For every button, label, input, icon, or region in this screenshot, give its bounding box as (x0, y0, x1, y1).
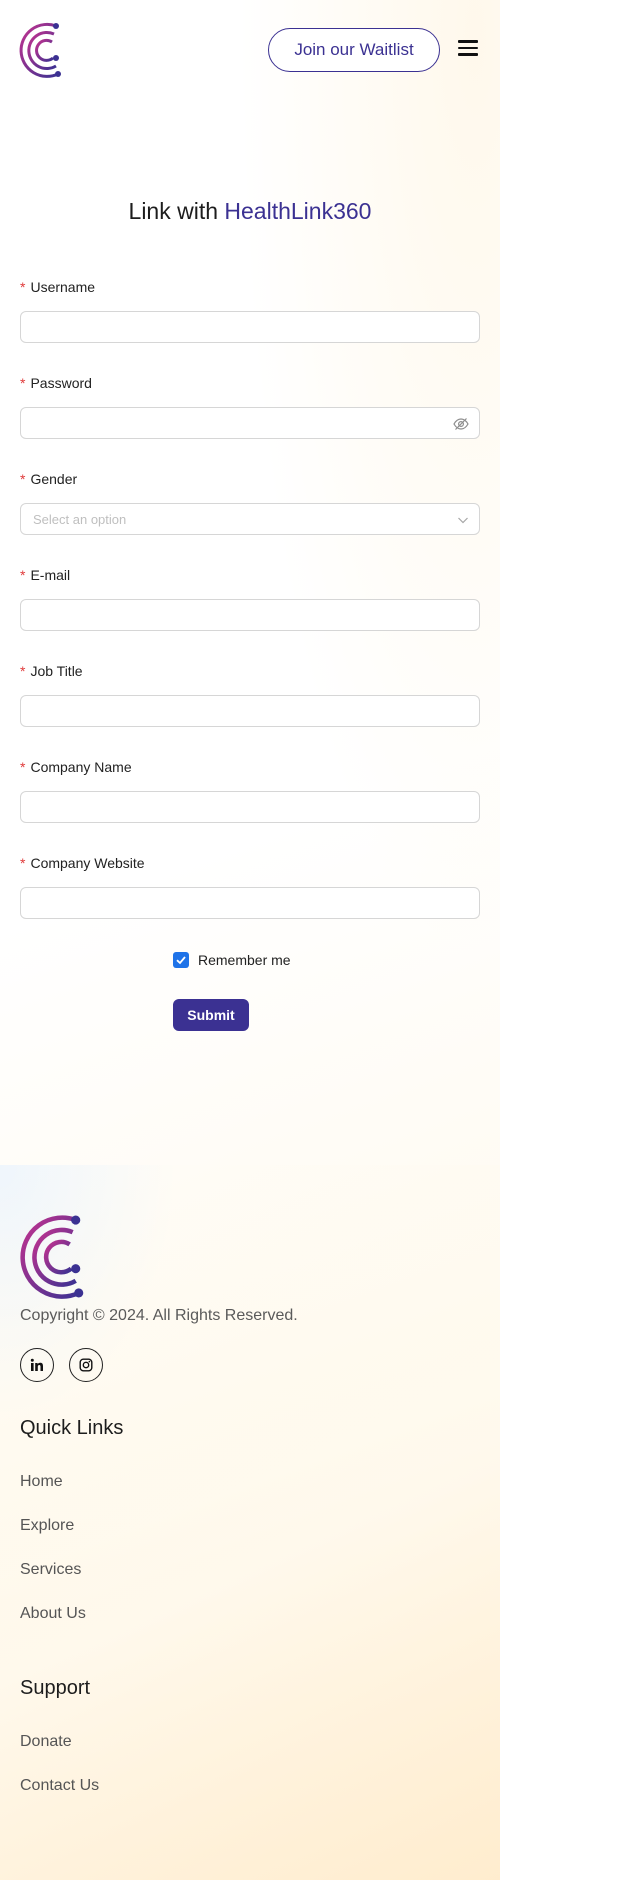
gender-select[interactable]: Select an option (20, 503, 480, 535)
title-prefix: Link with (128, 198, 219, 224)
chevron-down-icon (458, 517, 468, 524)
email-label: * E-mail (20, 567, 71, 583)
password-input[interactable] (20, 407, 480, 439)
support-heading: Support (20, 1677, 91, 1699)
job-title-input[interactable] (20, 695, 480, 727)
required-mark: * (20, 855, 26, 871)
linkedin-icon (30, 1358, 43, 1371)
quick-links-heading: Quick Links (20, 1417, 124, 1439)
required-mark: * (20, 759, 26, 775)
eye-invisible-icon[interactable] (453, 416, 469, 432)
footer-link-services[interactable]: Services (20, 1561, 81, 1579)
required-mark: * (20, 567, 26, 583)
username-input[interactable] (20, 311, 480, 343)
username-label: * Username (20, 279, 96, 295)
footer-link-explore[interactable]: Explore (20, 1517, 74, 1535)
company-website-label: * Company Website (20, 855, 145, 871)
page: Join our Waitlist Link with HealthLink36… (0, 0, 633, 1880)
form-title: Link with HealthLink360 (0, 198, 500, 225)
check-icon (176, 956, 186, 965)
company-website-input[interactable] (20, 887, 480, 919)
company-name-input[interactable] (20, 791, 480, 823)
site-header: Join our Waitlist (0, 0, 500, 100)
footer-logo-icon[interactable] (18, 1205, 100, 1305)
footer-link-donate[interactable]: Donate (20, 1733, 72, 1751)
remember-checkbox[interactable] (173, 952, 189, 968)
required-mark: * (20, 471, 26, 487)
gender-label: * Gender (20, 471, 78, 487)
instagram-button[interactable] (69, 1348, 103, 1382)
password-label: * Password (20, 375, 92, 391)
remember-label: Remember me (198, 952, 291, 968)
required-mark: * (20, 279, 26, 295)
instagram-icon (79, 1358, 93, 1372)
job-title-label: * Job Title (20, 663, 83, 679)
hamburger-menu-icon[interactable] (458, 40, 478, 60)
title-brand: HealthLink360 (224, 198, 372, 224)
footer-link-about-us[interactable]: About Us (20, 1605, 86, 1623)
join-waitlist-button[interactable]: Join our Waitlist (268, 28, 440, 72)
required-mark: * (20, 375, 26, 391)
required-mark: * (20, 663, 26, 679)
logo-icon[interactable] (18, 18, 72, 80)
footer-link-contact-us[interactable]: Contact Us (20, 1777, 99, 1795)
gender-placeholder: Select an option (33, 511, 127, 527)
remember-me[interactable]: Remember me (173, 950, 291, 970)
submit-button[interactable]: Submit (173, 999, 249, 1031)
footer-link-home[interactable]: Home (20, 1473, 63, 1491)
company-name-label: * Company Name (20, 759, 132, 775)
linkedin-button[interactable] (20, 1348, 54, 1382)
copyright-text: Copyright © 2024. All Rights Reserved. (20, 1307, 298, 1324)
email-input[interactable] (20, 599, 480, 631)
